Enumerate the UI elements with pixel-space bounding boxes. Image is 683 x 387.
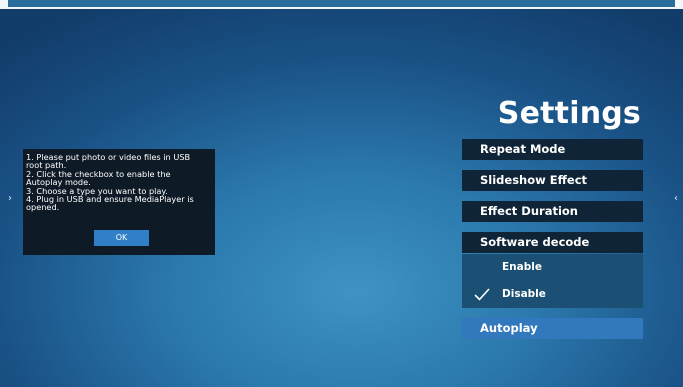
menu-item-repeat-mode[interactable]: Repeat Mode	[462, 139, 643, 160]
menu-item-slideshow-effect[interactable]: Slideshow Effect	[462, 170, 643, 191]
option-enable[interactable]: Enable	[462, 257, 643, 277]
chevron-right-icon[interactable]: ›	[8, 193, 12, 204]
page-title: Settings	[497, 96, 641, 131]
ok-button[interactable]: OK	[94, 230, 149, 246]
option-disable[interactable]: Disable	[462, 284, 643, 304]
option-label: Disable	[502, 288, 546, 300]
chevron-left-icon[interactable]: ‹	[674, 193, 678, 204]
top-bar	[0, 0, 683, 9]
menu-item-software-decode[interactable]: Software decode	[462, 232, 643, 253]
menu-item-effect-duration[interactable]: Effect Duration	[462, 201, 643, 222]
checkmark-icon	[474, 288, 490, 301]
option-label: Enable	[502, 261, 542, 273]
software-decode-options: Enable Disable	[462, 254, 643, 308]
info-line: opened.	[26, 202, 60, 213]
autoplay-info-dialog: 1. Please put photo or video files in US…	[23, 149, 215, 255]
menu-item-autoplay[interactable]: Autoplay	[462, 318, 643, 339]
